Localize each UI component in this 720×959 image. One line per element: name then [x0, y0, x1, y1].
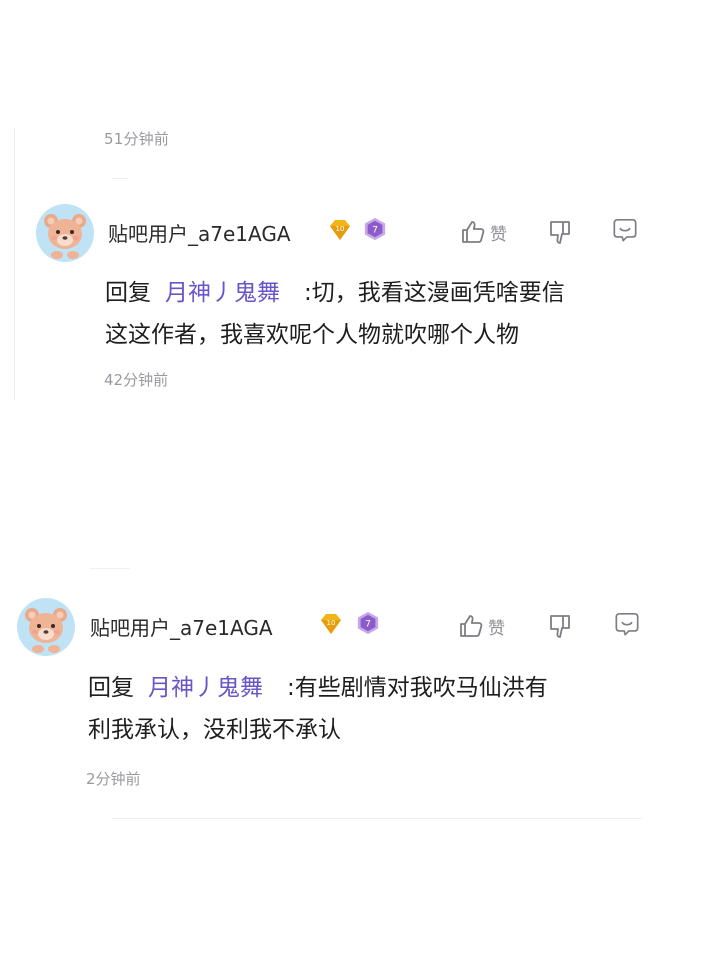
- username[interactable]: 贴吧用户_a7e1AGA: [108, 218, 291, 247]
- comment-text-line1: :切，我看这漫画凭啥要信: [304, 280, 565, 306]
- divider: [90, 568, 130, 569]
- level-badge-text: 7: [365, 619, 371, 630]
- comment-time: 2分钟前: [86, 770, 141, 788]
- divider: [112, 178, 128, 179]
- vip-badge-icon: 10: [330, 220, 350, 240]
- comment-text-line2: 利我承认，没利我不承认: [88, 717, 341, 743]
- comment-text-line2: 这这作者，我喜欢呢个人物就吹哪个人物: [105, 322, 519, 348]
- reply-prefix: 回复: [88, 675, 134, 701]
- mention-link[interactable]: 月神丿鬼舞: [148, 675, 263, 701]
- avatar[interactable]: [16, 597, 76, 657]
- level-badge-text: 7: [372, 225, 378, 236]
- reply-icon[interactable]: [614, 611, 640, 637]
- thumbs-down-icon[interactable]: [547, 219, 573, 245]
- comment-line: 回复 月神丿鬼舞 :切，我看这漫画凭啥要信: [105, 272, 665, 314]
- username[interactable]: 贴吧用户_a7e1AGA: [90, 612, 273, 641]
- like-label[interactable]: 赞: [488, 614, 505, 639]
- reply-prefix: 回复: [105, 280, 151, 306]
- comment-text: 回复 月神丿鬼舞 :有些剧情对我吹马仙洪有 利我承认，没利我不承认: [88, 667, 648, 751]
- level-badge-icon: 7: [364, 217, 386, 241]
- vip-badge-text: 10: [327, 619, 336, 627]
- comment-time: 42分钟前: [104, 371, 169, 389]
- thumbs-down-icon[interactable]: [547, 613, 573, 639]
- previous-comment-time: 51分钟前: [104, 130, 170, 148]
- mention-link[interactable]: 月神丿鬼舞: [165, 280, 280, 306]
- thread-rule: [14, 128, 15, 400]
- thumbs-up-icon[interactable]: [458, 613, 484, 639]
- comment-text-line1: :有些剧情对我吹马仙洪有: [287, 675, 548, 701]
- reply-icon[interactable]: [612, 217, 638, 243]
- vip-badge-icon: 10: [321, 614, 341, 634]
- thumbs-up-icon[interactable]: [460, 219, 486, 245]
- divider: [112, 818, 642, 819]
- avatar[interactable]: [35, 203, 95, 263]
- level-badge-icon: 7: [357, 611, 379, 635]
- comment-line: 回复 月神丿鬼舞 :有些剧情对我吹马仙洪有: [88, 667, 648, 709]
- vip-badge-text: 10: [336, 225, 345, 233]
- like-label[interactable]: 赞: [490, 220, 507, 245]
- comment-text: 回复 月神丿鬼舞 :切，我看这漫画凭啥要信 这这作者，我喜欢呢个人物就吹哪个人物: [105, 272, 665, 356]
